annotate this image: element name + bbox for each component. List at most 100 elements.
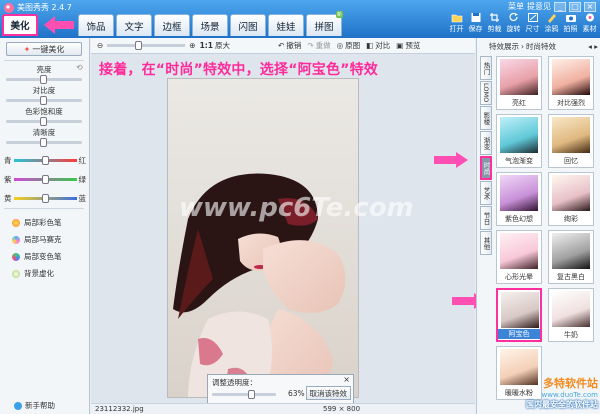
slider-track[interactable] [6, 138, 82, 147]
feedback-link[interactable]: 提意见 [527, 1, 551, 12]
brush-icon [547, 14, 556, 23]
slider-track[interactable] [13, 175, 77, 184]
effect-heart-glow[interactable]: 心形光晕 [496, 230, 542, 284]
zoom-slider[interactable] [107, 41, 186, 50]
cancel-effect-button[interactable]: 取消该特效 [305, 386, 351, 400]
photo-canvas[interactable] [167, 78, 359, 398]
menu-link[interactable]: 菜单 [508, 1, 524, 12]
cyan-red-slider[interactable]: 青 红 [4, 155, 86, 166]
opacity-slider[interactable] [212, 390, 276, 399]
category-gradient[interactable]: 渐变 [480, 131, 492, 155]
color-label: 蓝 [78, 194, 87, 203]
material-button[interactable]: 素材 [581, 12, 598, 34]
effect-name: 阿宝色 [498, 329, 540, 339]
undo-button[interactable]: ↶ 撤销 [278, 40, 301, 51]
effect-thumbnail [501, 292, 539, 328]
magenta-green-slider[interactable]: 紫 绿 [4, 174, 86, 185]
slider-thumb[interactable] [41, 175, 49, 184]
category-fashion[interactable]: 时尚 [480, 156, 492, 180]
effect-vivid[interactable]: 绚彩 [548, 172, 594, 226]
close-button[interactable]: × [584, 1, 596, 12]
original-size-button[interactable]: 原大 [215, 40, 230, 51]
category-other[interactable]: 其他 [480, 231, 492, 255]
tab-label: 饰品 [86, 21, 106, 33]
redo-button[interactable]: ↷ 重做 [307, 40, 330, 51]
effect-milk[interactable]: 牛奶 [548, 288, 594, 342]
compare-button[interactable]: ◧ 对比 [366, 40, 390, 51]
breadcrumb-current: 时尚特效 [526, 42, 556, 51]
saturation-slider[interactable]: 色彩饱和度 [6, 106, 82, 126]
slider-thumb[interactable] [40, 75, 47, 84]
preview-label: 预览 [405, 41, 421, 50]
local-color-brush-button[interactable]: 局部彩色笔 [12, 217, 62, 228]
one-click-beautify-button[interactable]: ✦ 一键美化 [6, 42, 82, 56]
resize-button[interactable]: 尺寸 [524, 12, 541, 34]
category-hot[interactable]: 热门 [480, 56, 492, 80]
effect-thumbnail [552, 233, 590, 269]
contrast-slider[interactable]: 对比度 [6, 85, 82, 105]
effect-thumbnail [552, 175, 590, 211]
rotate-button[interactable]: 旋转 [505, 12, 522, 34]
zoom-out-icon[interactable]: ⊖ [97, 41, 103, 50]
reset-icon[interactable]: ⟲ [76, 63, 83, 72]
brightness-slider[interactable]: 亮度 [6, 64, 82, 84]
divider [4, 208, 84, 209]
slider-thumb[interactable] [40, 96, 47, 105]
preview-button[interactable]: ▣ 预览 [396, 40, 420, 51]
camera-button[interactable]: 拍照 [562, 12, 579, 34]
slider-track[interactable] [13, 194, 77, 203]
effect-memory[interactable]: 回忆 [548, 114, 594, 168]
effect-bubble-gradient[interactable]: 气泡渐变 [496, 114, 542, 168]
tab-decorations[interactable]: 饰品 [78, 14, 114, 36]
slider-track[interactable] [6, 96, 82, 105]
yellow-blue-slider[interactable]: 黄 蓝 [4, 193, 86, 204]
doodle-button[interactable]: 涂鸦 [543, 12, 560, 34]
effect-bright-red[interactable]: 亮红 [496, 56, 542, 110]
tab-border[interactable]: 边框 [154, 14, 190, 36]
opacity-label: 调整透明度： [212, 378, 257, 387]
newbie-help-link[interactable]: 新手帮助 [14, 400, 55, 411]
slider-track[interactable] [13, 156, 77, 165]
category-lomo[interactable]: LOMO [480, 81, 492, 105]
category-art[interactable]: 艺术 [480, 181, 492, 205]
tab-beautify[interactable]: 美化 [2, 14, 38, 36]
effect-abao-color[interactable]: 阿宝色 [496, 288, 542, 342]
maximize-button[interactable]: □ [569, 1, 581, 12]
tab-text[interactable]: 文字 [116, 14, 152, 36]
tab-doll[interactable]: 娃娃 [268, 14, 304, 36]
breadcrumb-root[interactable]: 特效展示 [489, 41, 519, 52]
canvas-area: ⊖ ⊕ 1:1 原大 ↶ 撤销 ↷ 重做 ◎ 原图 ◧ 对比 ▣ 预览 接着，在“时尚”特… [91, 38, 475, 414]
slider-thumb[interactable] [40, 117, 47, 126]
slider-track[interactable] [6, 75, 82, 84]
zoom-in-icon[interactable]: ⊕ [189, 41, 195, 50]
minimize-button[interactable]: _ [554, 1, 566, 12]
effect-retro-bw[interactable]: 复古黑白 [548, 230, 594, 284]
effect-high-contrast[interactable]: 对比强烈 [548, 56, 594, 110]
local-mosaic-button[interactable]: 局部马赛克 [12, 234, 62, 245]
zoom-ratio[interactable]: 1:1 [200, 41, 213, 50]
save-button[interactable]: 保存 [467, 12, 484, 34]
background-blur-button[interactable]: 背景虚化 [12, 268, 54, 279]
panel-nav-icons[interactable]: ◂ ▸ [588, 42, 598, 51]
tab-scene[interactable]: 场景 [192, 14, 228, 36]
slider-track[interactable] [6, 117, 82, 126]
local-recolor-brush-button[interactable]: 局部变色笔 [12, 251, 62, 262]
effect-name: 牛奶 [564, 331, 578, 339]
original-label: 原图 [345, 41, 361, 50]
effect-name: 绚彩 [564, 215, 578, 223]
category-studio[interactable]: 影楼 [480, 106, 492, 130]
tab-flash[interactable]: 闪图 [230, 14, 266, 36]
effect-purple-fantasy[interactable]: 紫色幻想 [496, 172, 542, 226]
crop-button[interactable]: 剪裁 [486, 12, 503, 34]
slider-thumb[interactable] [41, 194, 49, 203]
slider-thumb[interactable] [41, 156, 49, 165]
category-festival[interactable]: 节日 [480, 206, 492, 230]
original-button[interactable]: ◎ 原图 [337, 40, 361, 51]
close-icon[interactable]: × [343, 375, 350, 384]
tab-collage[interactable]: 拼图新 [306, 11, 343, 36]
opacity-thumb[interactable] [248, 390, 255, 399]
sharpness-slider[interactable]: 清晰度 [6, 127, 82, 147]
open-button[interactable]: 打开 [448, 12, 465, 34]
zoom-thumb[interactable] [135, 41, 143, 50]
slider-thumb[interactable] [40, 138, 47, 147]
